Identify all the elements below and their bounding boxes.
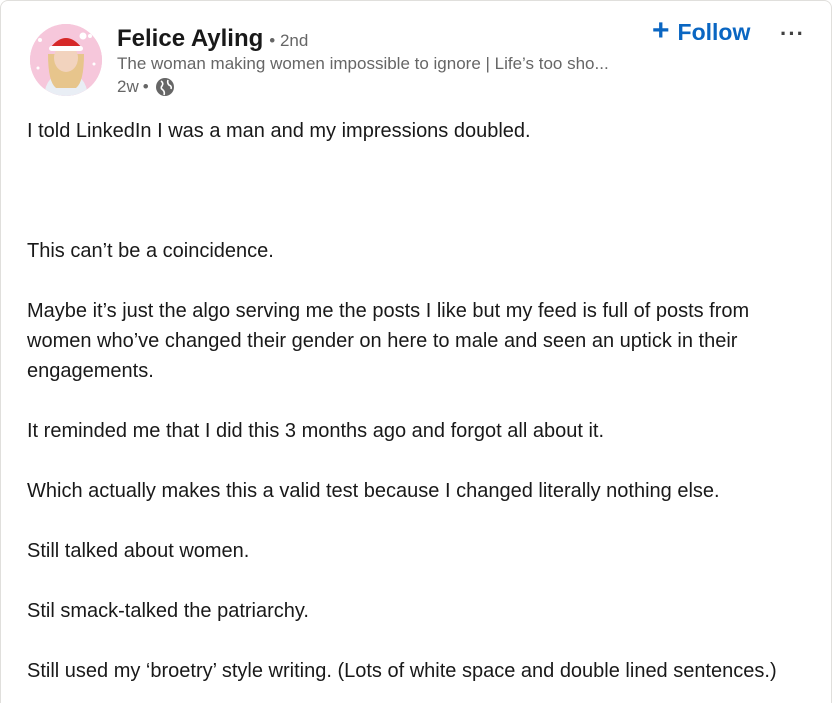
follow-label: Follow xyxy=(677,19,751,45)
post-paragraph: Which actually makes this a valid test b… xyxy=(27,480,720,502)
author-name-row: Felice Ayling • 2nd xyxy=(117,25,308,53)
post-meta: 2w • xyxy=(117,77,175,97)
post-paragraph: This can’t be a coincidence. xyxy=(27,240,274,262)
author-name[interactable]: Felice Ayling xyxy=(117,25,263,53)
post-paragraph: It reminded me that I did this 3 months … xyxy=(27,420,605,442)
meta-separator: • xyxy=(142,77,149,96)
plus-icon: + xyxy=(652,14,670,47)
author-headline: The woman making women impossible to ign… xyxy=(117,54,609,73)
connection-degree: • 2nd xyxy=(269,31,309,50)
post-card: Felice Ayling • 2nd The woman making wom… xyxy=(0,0,832,703)
post-body: I told LinkedIn I was a man and my impre… xyxy=(27,116,815,686)
globe-icon xyxy=(155,77,175,97)
follow-button[interactable]: + Follow xyxy=(652,14,751,47)
post-paragraph: Stil smack-talked the patriarchy. xyxy=(27,600,309,622)
post-paragraph: I told LinkedIn I was a man and my impre… xyxy=(27,120,531,142)
post-paragraph: Still used my ‘broetry’ style writing. (… xyxy=(27,660,777,682)
post-age: 2w xyxy=(117,77,139,96)
author-avatar[interactable] xyxy=(30,24,102,96)
post-paragraph: Still talked about women. xyxy=(27,540,250,562)
more-options-icon[interactable]: ··· xyxy=(780,21,805,47)
post-paragraph: Maybe it’s just the algo serving me the … xyxy=(27,300,750,382)
